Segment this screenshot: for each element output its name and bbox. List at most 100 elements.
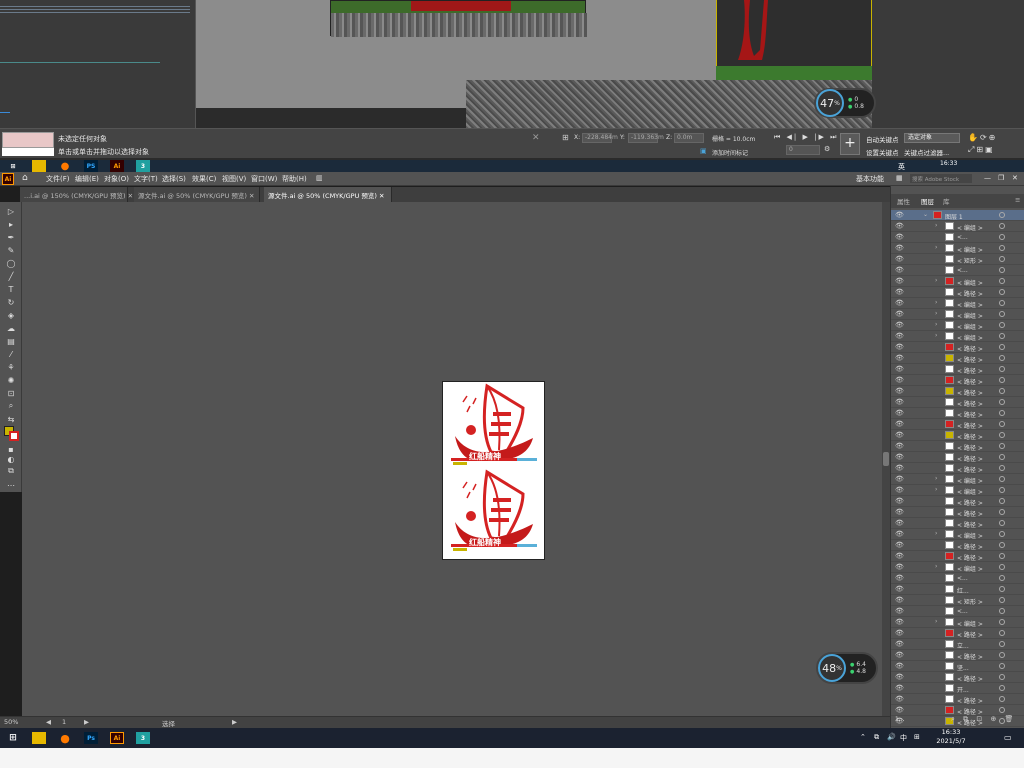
- target-icon[interactable]: [999, 641, 1005, 647]
- layer-row[interactable]: 👁 < 路径 >: [891, 452, 1024, 463]
- eye-icon[interactable]: 👁: [895, 574, 904, 582]
- target-icon[interactable]: [999, 476, 1005, 482]
- ime-grid-icon[interactable]: ⊞: [914, 733, 920, 741]
- menu-help[interactable]: 帮助(H): [282, 174, 307, 184]
- eye-icon[interactable]: 👁: [895, 442, 904, 450]
- target-icon[interactable]: [999, 542, 1005, 548]
- tab-libraries[interactable]: 库: [943, 196, 950, 206]
- minimize-button[interactable]: —: [984, 174, 991, 182]
- maxscript-input[interactable]: [2, 148, 54, 156]
- eye-icon[interactable]: 👁: [895, 233, 904, 241]
- eye-icon[interactable]: 👁: [895, 244, 904, 252]
- target-icon[interactable]: [999, 663, 1005, 669]
- layer-row[interactable]: 👁 < 路径 >: [891, 507, 1024, 518]
- menu-file[interactable]: 文件(F): [46, 174, 70, 184]
- layer-row[interactable]: 👁 < 路径 >: [891, 386, 1024, 397]
- layer-row[interactable]: 👁 < 路径 >: [891, 672, 1024, 683]
- eye-icon[interactable]: 👁: [895, 453, 904, 461]
- selected-object-dropdown[interactable]: 选定对象: [904, 133, 960, 143]
- eye-icon[interactable]: 👁: [895, 288, 904, 296]
- eye-icon[interactable]: 👁: [895, 365, 904, 373]
- tab-layers[interactable]: 图层: [921, 196, 934, 206]
- doc-tab-1[interactable]: ...i.ai @ 150% (CMYK/GPU 预览) ✕: [20, 187, 133, 202]
- eye-icon[interactable]: 👁: [895, 684, 904, 692]
- add-time-tag[interactable]: 添加时间标记: [712, 148, 748, 157]
- curvature-tool-icon[interactable]: ✎: [4, 245, 18, 255]
- eye-icon[interactable]: 👁: [895, 706, 904, 714]
- layer-row[interactable]: 👁 < 路径 >: [891, 628, 1024, 639]
- eye-icon[interactable]: 👁: [895, 475, 904, 483]
- eye-icon[interactable]: 👁: [895, 519, 904, 527]
- doc-tab-3-active[interactable]: 源文件.ai @ 50% (CMYK/GPU 预览) ✕: [264, 187, 392, 202]
- eye-icon[interactable]: 👁: [895, 222, 904, 230]
- menu-view[interactable]: 视图(V): [222, 174, 246, 184]
- direct-selection-tool-icon[interactable]: ▸: [4, 219, 18, 229]
- photoshop-icon[interactable]: Ps: [84, 732, 98, 744]
- layer-row[interactable]: 👁 < 路径 >: [891, 430, 1024, 441]
- ime-indicator[interactable]: 中: [900, 733, 907, 743]
- layer-row[interactable]: 👁 < 路径 >: [891, 397, 1024, 408]
- drawing-mode-icon[interactable]: ◐: [4, 454, 18, 464]
- eye-icon[interactable]: 👁: [895, 299, 904, 307]
- illustrator-icon[interactable]: Ai: [110, 732, 124, 744]
- ime-indicator[interactable]: 英: [898, 162, 905, 172]
- more-tools-icon[interactable]: ⋯: [4, 480, 18, 490]
- target-icon[interactable]: [999, 289, 1005, 295]
- layer-row[interactable]: 👁 < 矩形 >: [891, 254, 1024, 265]
- warp-tool-icon[interactable]: ☁: [4, 323, 18, 333]
- layer-row[interactable]: 👁 坚...: [891, 661, 1024, 672]
- expand-arrow-icon[interactable]: ›: [935, 299, 937, 306]
- vertical-scrollbar[interactable]: [882, 202, 890, 716]
- layer-row[interactable]: 👁 › < 编组 >: [891, 331, 1024, 342]
- prev-artboard-icon[interactable]: ◀: [46, 718, 51, 726]
- 3dsmax-icon[interactable]: 3: [136, 160, 150, 172]
- target-icon[interactable]: [999, 388, 1005, 394]
- expand-arrow-icon[interactable]: ›: [935, 530, 937, 537]
- explorer-icon[interactable]: [32, 160, 46, 172]
- target-icon[interactable]: [999, 575, 1005, 581]
- y-coord-field[interactable]: -119.363m: [628, 133, 664, 143]
- gradient-tool-icon[interactable]: ▤: [4, 336, 18, 346]
- layer-row[interactable]: 👁 < 路径 >: [891, 353, 1024, 364]
- layer-row[interactable]: 👁 红...: [891, 584, 1024, 595]
- target-icon[interactable]: [999, 630, 1005, 636]
- set-key-button[interactable]: 设置关键点: [866, 147, 899, 157]
- stroke-swatch[interactable]: [9, 431, 19, 441]
- layer-row[interactable]: 👁 < 路径 >: [891, 650, 1024, 661]
- expand-arrow-icon[interactable]: ›: [935, 475, 937, 482]
- target-icon[interactable]: [999, 333, 1005, 339]
- doc-tab-2[interactable]: 源文件.ai @ 50% (CMYK/GPU 预览) ✕: [134, 187, 260, 202]
- target-icon[interactable]: [999, 267, 1005, 273]
- target-icon[interactable]: [999, 586, 1005, 592]
- eraser-tool-icon[interactable]: ◈: [4, 310, 18, 320]
- target-icon[interactable]: [999, 311, 1005, 317]
- layer-row-header[interactable]: 👁 ⌄ 图层 1: [891, 210, 1024, 221]
- symbol-sprayer-tool-icon[interactable]: ✺: [4, 375, 18, 385]
- browser-icon[interactable]: ●: [58, 732, 72, 745]
- artboard[interactable]: 红船精神 红船精神: [442, 381, 545, 560]
- time-tag-icon[interactable]: ▣: [700, 147, 707, 155]
- swap-colors-icon[interactable]: ⇆: [4, 414, 18, 424]
- key-filter-button[interactable]: 关键点过滤器...: [904, 147, 949, 157]
- layer-row[interactable]: 👁 › < 编组 >: [891, 276, 1024, 287]
- absolute-mode-icon[interactable]: ⊞: [562, 133, 569, 142]
- layer-row[interactable]: 👁 › < 编组 >: [891, 529, 1024, 540]
- layer-row[interactable]: 👁 › < 编组 >: [891, 221, 1024, 232]
- type-tool-icon[interactable]: T: [4, 284, 18, 294]
- target-icon[interactable]: [999, 531, 1005, 537]
- ellipse-tool-icon[interactable]: ◯: [4, 258, 18, 268]
- eye-icon[interactable]: 👁: [895, 431, 904, 439]
- layer-row[interactable]: 👁 › < 编组 >: [891, 562, 1024, 573]
- target-icon[interactable]: [999, 322, 1005, 328]
- status-menu-icon[interactable]: ▶: [232, 718, 237, 726]
- eye-icon[interactable]: 👁: [895, 552, 904, 560]
- eye-icon[interactable]: 👁: [895, 563, 904, 571]
- target-icon[interactable]: [999, 608, 1005, 614]
- eye-icon[interactable]: 👁: [895, 255, 904, 263]
- paintbrush-tool-icon[interactable]: ╱: [4, 271, 18, 281]
- eye-icon[interactable]: 👁: [895, 354, 904, 362]
- layer-row[interactable]: 👁 › < 编组 >: [891, 298, 1024, 309]
- target-icon[interactable]: [999, 443, 1005, 449]
- target-icon[interactable]: [999, 410, 1005, 416]
- target-icon[interactable]: [999, 223, 1005, 229]
